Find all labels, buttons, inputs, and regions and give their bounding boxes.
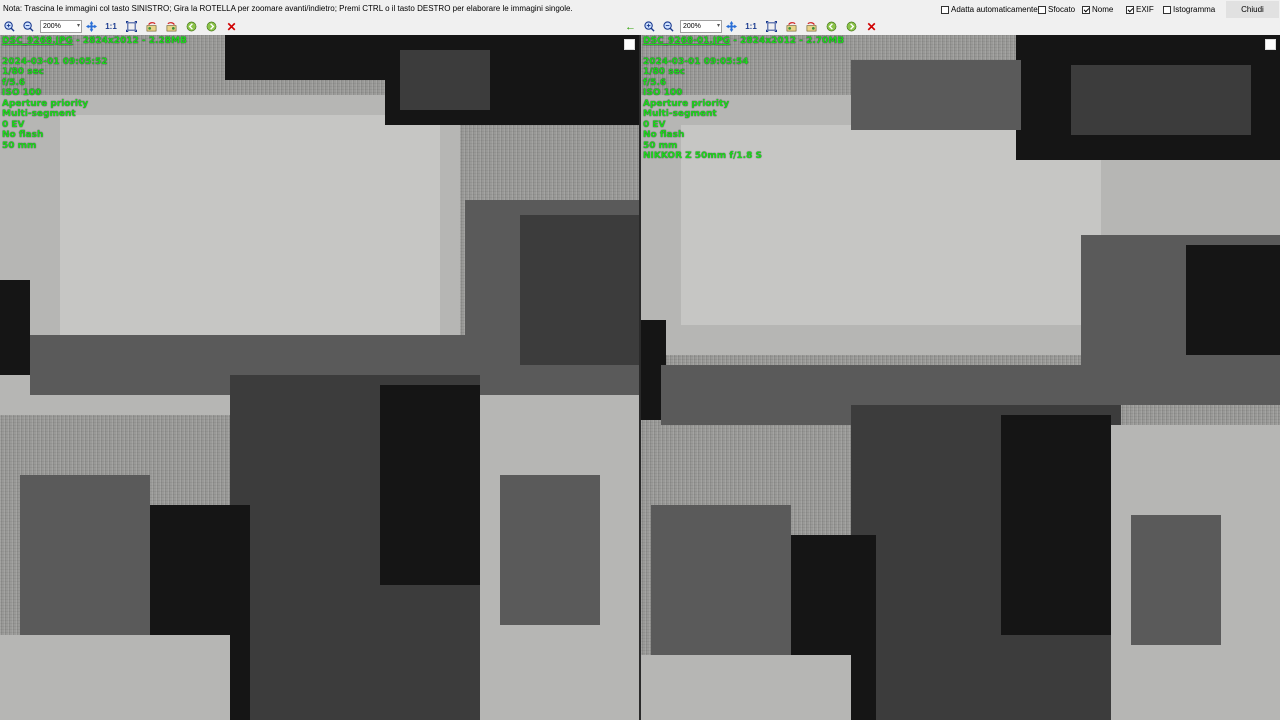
zoom-select[interactable]: 200% ▾	[680, 20, 722, 33]
exif-line: ISO 100	[643, 88, 683, 98]
next-image-icon[interactable]	[205, 20, 218, 33]
fabric-patch	[400, 50, 490, 110]
zoom-select[interactable]: 200% ▾	[40, 20, 82, 33]
checkbox-label: Adatta automaticamente	[951, 5, 1038, 14]
left-image-pane[interactable]: DSC_9268.JPG - 2824x2012 - 2.28MB 2024-0…	[0, 35, 639, 720]
fabric-patch	[1001, 415, 1111, 635]
select-image-checkbox[interactable]	[1265, 39, 1276, 50]
zoom-out-icon[interactable]	[22, 20, 35, 33]
file-name: DSC_9268.JPG	[2, 36, 73, 46]
close-icon[interactable]: ✕	[225, 20, 238, 34]
zoom-in-icon[interactable]	[643, 20, 656, 33]
checkbox-box[interactable]	[1126, 5, 1134, 14]
checkbox-label: Nome	[1092, 5, 1114, 14]
top-bar: Nota: Trascina le immagini col tasto SIN…	[0, 0, 1280, 18]
file-size: 2.28MB	[148, 36, 187, 46]
close-button[interactable]: Chiudi	[1226, 1, 1279, 18]
histogram-checkbox[interactable]: Istogramma	[1163, 5, 1215, 14]
name-checkbox[interactable]: Nome	[1082, 5, 1113, 14]
exif-line: 50 mm	[643, 140, 678, 151]
zoom-in-icon[interactable]	[3, 20, 16, 33]
exif-line: 1/80 sec	[643, 67, 686, 77]
blur-checkbox[interactable]: Sfocato	[1038, 5, 1075, 14]
prev-image-icon[interactable]	[185, 20, 198, 33]
zoom-value: 200%	[683, 23, 701, 30]
close-icon[interactable]: ✕	[865, 20, 878, 34]
exif-overlay: DSC_9268-01.JPG - 2824x2012 - 2.70MB 202…	[643, 36, 844, 162]
fabric-patch	[0, 635, 230, 720]
fabric-patch	[651, 505, 791, 655]
exif-line: f/5.6	[2, 77, 26, 88]
instruction-note: Nota: Trascina le immagini col tasto SIN…	[3, 4, 573, 13]
rotate-right-icon[interactable]	[805, 20, 818, 33]
fabric-patch	[1186, 245, 1280, 355]
rotate-right-icon[interactable]	[165, 20, 178, 33]
checkbox-label: Istogramma	[1173, 5, 1216, 14]
file-info: DSC_9268-01.JPG - 2824x2012 - 2.70MB	[643, 36, 845, 46]
fabric-patch	[851, 60, 1021, 130]
image-dimensions: 2824x2012	[740, 36, 797, 46]
exif-line: No flash	[643, 130, 685, 140]
zoom-out-icon[interactable]	[662, 20, 675, 33]
fabric-patch	[500, 475, 600, 625]
prev-image-icon[interactable]	[825, 20, 838, 33]
auto-fit-checkbox[interactable]: Adatta automaticamente	[941, 5, 1038, 14]
exif-line: Aperture priority	[643, 98, 730, 109]
chevron-down-icon: ▾	[76, 23, 80, 29]
exif-line: 2024-03-01 09:05:54	[643, 56, 749, 67]
fit-icon[interactable]	[125, 20, 138, 33]
move-icon[interactable]	[85, 20, 98, 33]
checkbox-label: EXIF	[1136, 5, 1154, 14]
chevron-down-icon: ▾	[716, 23, 720, 29]
checkbox-box[interactable]	[941, 5, 949, 14]
checkbox-label: Sfocato	[1048, 5, 1076, 14]
fabric-patch	[225, 35, 395, 80]
exif-overlay: DSC_9268.JPG - 2824x2012 - 2.28MB 2024-0…	[2, 36, 187, 151]
actual-size-button[interactable]: 1:1	[744, 20, 758, 33]
exif-line: Aperture priority	[2, 98, 89, 109]
rotate-left-icon[interactable]	[145, 20, 158, 33]
select-image-checkbox[interactable]	[624, 39, 635, 50]
exif-line: No flash	[2, 130, 44, 140]
fabric-patch	[1131, 515, 1221, 645]
exif-line: 2024-03-01 09:05:52	[2, 56, 108, 67]
file-name: DSC_9268-01.JPG	[643, 36, 731, 46]
right-image-pane[interactable]: DSC_9268-01.JPG - 2824x2012 - 2.70MB 202…	[641, 35, 1280, 720]
fabric-patch	[0, 280, 30, 375]
fabric-patch	[520, 215, 639, 365]
exif-line: 50 mm	[2, 140, 37, 151]
fit-icon[interactable]	[765, 20, 778, 33]
file-size: 2.70MB	[806, 36, 845, 46]
exif-checkbox[interactable]: EXIF	[1126, 5, 1154, 14]
rotate-left-icon[interactable]	[785, 20, 798, 33]
arrow-left-icon[interactable]: ←	[624, 20, 637, 33]
checkbox-box[interactable]	[1163, 5, 1171, 14]
zoom-value: 200%	[43, 23, 61, 30]
fabric-patch	[380, 385, 480, 585]
file-info: DSC_9268.JPG - 2824x2012 - 2.28MB	[2, 36, 187, 46]
left-toolbar: 200% ▾ 1:1 ✕ ←	[0, 18, 640, 35]
right-toolbar: 200% ▾ 1:1 ✕	[640, 18, 1280, 35]
exif-line: 0 EV	[2, 119, 25, 130]
move-icon[interactable]	[725, 20, 738, 33]
image-dimensions: 2824x2012	[82, 36, 139, 46]
exif-line: ISO 100	[2, 88, 42, 98]
fabric-patch	[1071, 65, 1251, 135]
exif-line: 1/80 sec	[2, 67, 45, 77]
fabric-patch	[20, 475, 150, 635]
checkbox-box[interactable]	[1082, 5, 1090, 14]
exif-line: f/5.6	[643, 77, 667, 88]
next-image-icon[interactable]	[845, 20, 858, 33]
checkbox-box[interactable]	[1038, 5, 1046, 14]
exif-line: Multi-segment	[643, 109, 717, 119]
actual-size-button[interactable]: 1:1	[104, 20, 118, 33]
exif-line: NIKKOR Z 50mm f/1.8 S	[643, 151, 762, 161]
fabric-patch	[641, 655, 851, 720]
exif-line: 0 EV	[643, 119, 666, 130]
exif-line: Multi-segment	[2, 109, 76, 119]
